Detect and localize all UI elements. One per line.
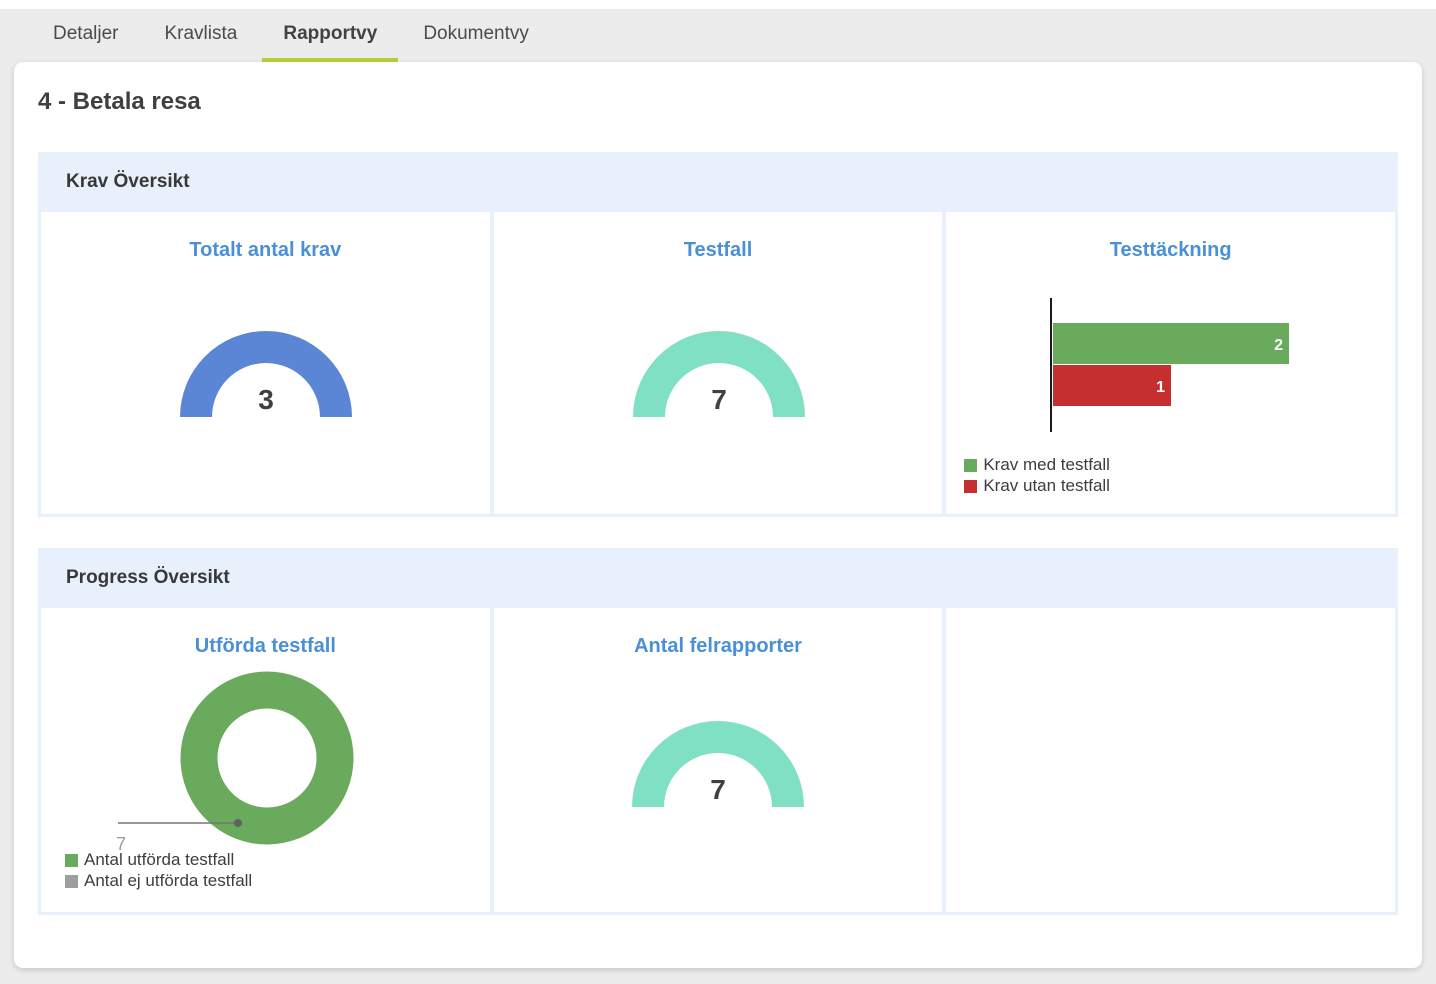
tab-bar: Detaljer Kravlista Rapportvy Dokumentvy [0, 9, 1436, 62]
bar-krav-med-testfall [1053, 323, 1289, 364]
report-card: 4 - Betala resa Krav Översikt Totalt ant… [14, 62, 1422, 968]
section-header-krav: Krav Översikt [41, 152, 1395, 212]
legend-swatch-green [964, 459, 977, 472]
bar-value-med: 2 [1274, 337, 1283, 354]
legend-item-krav-utan-testfall: Krav utan testfall [964, 479, 1110, 493]
tab-dokumentvy[interactable]: Dokumentvy [402, 9, 550, 62]
bar-krav-utan-testfall [1053, 365, 1171, 406]
legend-utforda-testfall: Antal utförda testfall Antal ej utförda … [65, 853, 252, 888]
gauge-value: 7 [710, 774, 726, 805]
panel-totalt-antal-krav: Totalt antal krav 3 [41, 212, 490, 514]
chart-title-totalt-antal-krav: Totalt antal krav [41, 239, 490, 262]
chart-title-antal-felrapporter: Antal felrapporter [494, 635, 943, 658]
gauge-value: 3 [258, 384, 274, 415]
legend-label: Antal utförda testfall [84, 853, 234, 867]
panel-testfall: Testfall 7 [494, 212, 943, 514]
gauge-arc [632, 721, 804, 807]
legend-swatch-green [65, 854, 78, 867]
tab-detaljer[interactable]: Detaljer [32, 9, 139, 62]
section-krav-oversikt: Krav Översikt Totalt antal krav 3 Testfa… [38, 152, 1398, 517]
section-header-progress: Progress Översikt [41, 548, 1395, 608]
gauge-arc [633, 331, 805, 417]
legend-item-antal-ej-utforda: Antal ej utförda testfall [65, 874, 252, 888]
chart-title-utforda-testfall: Utförda testfall [41, 635, 490, 658]
legend-swatch-red [964, 480, 977, 493]
bar-value-utan: 1 [1156, 379, 1165, 396]
legend-item-krav-med-testfall: Krav med testfall [964, 458, 1110, 472]
callout-dot [234, 819, 242, 827]
panel-utforda-testfall: Utförda testfall 7 Antal utförda testfal… [41, 608, 490, 912]
legend-swatch-gray [65, 875, 78, 888]
legend-item-antal-utforda: Antal utförda testfall [65, 853, 252, 867]
gauge-arc [180, 331, 352, 417]
panel-testtackning: Testtäckning 2 1 Krav med testfall Kr [946, 212, 1395, 514]
gauge-value: 7 [711, 384, 727, 415]
donut-ring [199, 690, 335, 826]
chart-title-testtackning: Testtäckning [946, 239, 1395, 262]
top-strip [0, 0, 1436, 9]
legend-testtackning: Krav med testfall Krav utan testfall [964, 458, 1110, 493]
legend-label: Krav utan testfall [983, 479, 1110, 493]
panel-empty [946, 608, 1395, 912]
section-progress-oversikt: Progress Översikt Utförda testfall 7 Ant… [38, 548, 1398, 915]
legend-label: Krav med testfall [983, 458, 1110, 472]
chart-title-testfall: Testfall [494, 239, 943, 262]
panel-antal-felrapporter: Antal felrapporter 7 [494, 608, 943, 912]
tab-rapportvy[interactable]: Rapportvy [262, 9, 398, 62]
page-title: 4 - Betala resa [38, 88, 1398, 116]
legend-label: Antal ej utförda testfall [84, 874, 252, 888]
tab-kravlista[interactable]: Kravlista [143, 9, 258, 62]
